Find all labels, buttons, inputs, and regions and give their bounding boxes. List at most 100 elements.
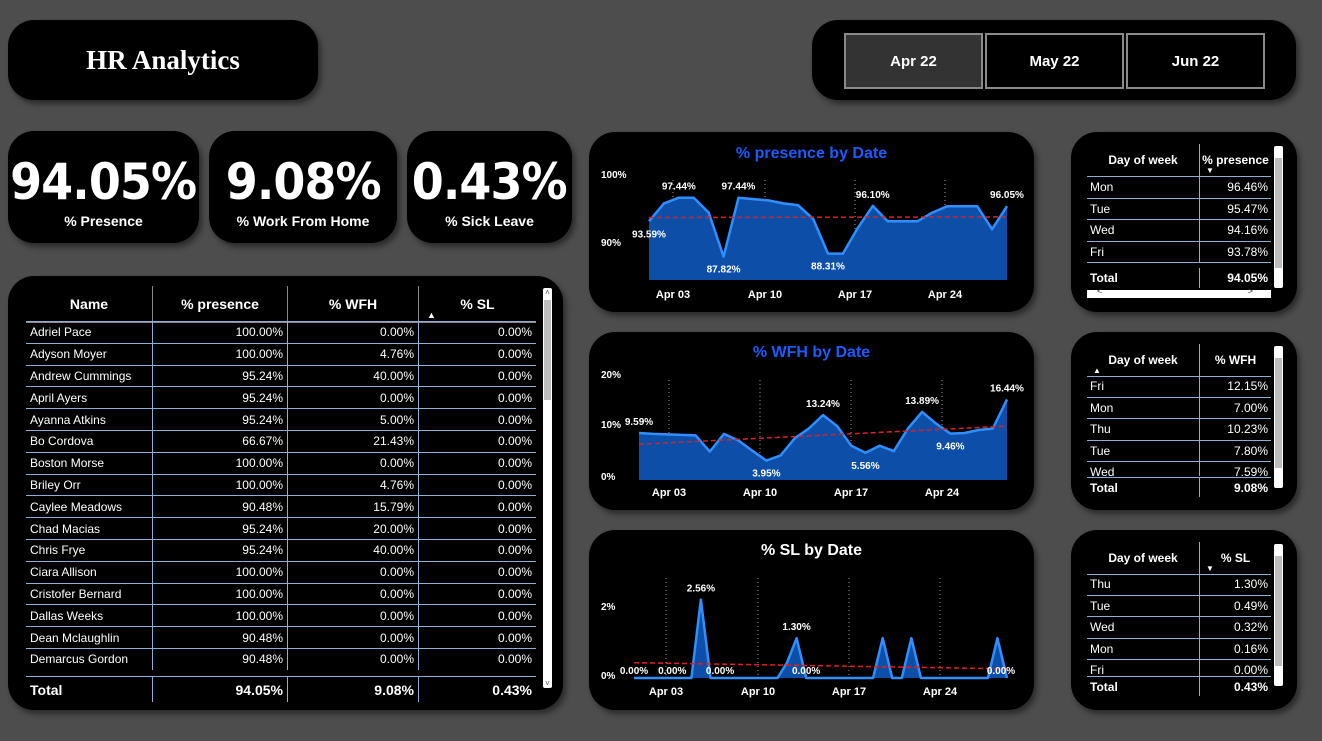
dow-sl-total-label: Total — [1087, 677, 1200, 696]
cell-day: Thu — [1087, 419, 1200, 440]
table-row[interactable]: Ayanna Atkins 95.24% 5.00% 0.00% — [26, 408, 536, 430]
cell-value: 7.00% — [1233, 400, 1268, 415]
list-item[interactable]: Mon 0.16% — [1087, 638, 1271, 660]
list-item[interactable]: Mon 7.00% — [1087, 397, 1271, 419]
col-name-header[interactable]: Name — [26, 286, 153, 322]
cell-day: Tue — [1087, 595, 1200, 616]
col-presence-header[interactable]: % presence — [153, 286, 288, 322]
sort-desc-icon: ▼ — [1206, 564, 1214, 573]
y-tick-label: 0% — [601, 671, 616, 682]
table-row[interactable]: Briley Orr 100.00% 4.76% 0.00% — [26, 473, 536, 496]
cell-presence: 90.48% — [153, 496, 288, 518]
dow-col-header-label: Day of week — [1108, 353, 1178, 367]
presence-chart-card: % presence by Date 100% 90% Apr 03 Apr 10 Ap… — [589, 132, 1034, 312]
slicer-jun-22[interactable]: Jun 22 — [1126, 33, 1265, 89]
dow-wfh-scrollbar[interactable] — [1274, 346, 1283, 488]
table-row[interactable]: Adriel Pace 100.00% 0.00% 0.00% — [26, 321, 536, 343]
cell-presence: 100.00% — [153, 343, 288, 365]
table-row[interactable]: Cristofer Bernard 100.00% 0.00% 0.00% — [26, 582, 536, 605]
total-sl: 0.43% — [492, 681, 532, 698]
kpi-wfh-value: 9.08% — [225, 153, 382, 211]
kpi-wfh-label: % Work From Home — [236, 213, 370, 229]
dow-wfh-total-value: 9.08% — [1233, 480, 1268, 495]
table-row[interactable]: Dean Mclaughlin 90.48% 0.00% 0.00% — [26, 626, 536, 648]
list-item[interactable]: Tue 7.80% — [1087, 440, 1271, 462]
cell-day: Mon — [1087, 397, 1200, 418]
table-row[interactable]: Adyson Moyer 100.00% 4.76% 0.00% — [26, 342, 536, 365]
data-label: 5.56% — [851, 461, 879, 472]
data-label: 96.05% — [990, 190, 1024, 201]
list-item[interactable]: Wed 0.32% — [1087, 617, 1271, 639]
table-row[interactable]: Caylee Meadows 90.48% 15.79% 0.00% — [26, 495, 536, 518]
employee-table-scrollbar[interactable]: ˄ ˅ — [543, 288, 552, 688]
list-item[interactable]: Mon 96.46% — [1087, 177, 1271, 199]
wfh-col-header[interactable]: % WFH — [1200, 344, 1271, 376]
x-tick-label: Apr 17 — [834, 487, 868, 499]
list-item[interactable]: Fri 93.78% — [1087, 241, 1271, 263]
cell-sl: 0.00% — [497, 543, 532, 558]
scroll-thumb[interactable] — [1275, 158, 1282, 268]
scroll-up-icon[interactable]: ˄ — [543, 288, 552, 297]
cell-wfh: 5.00% — [288, 409, 419, 430]
scroll-left-icon[interactable]: < — [1097, 286, 1102, 296]
list-item[interactable]: Fri 0.00% — [1087, 660, 1271, 676]
table-row[interactable]: Dallas Weeks 100.00% 0.00% 0.00% — [26, 604, 536, 627]
total-presence: 94.05% — [153, 677, 288, 702]
table-row[interactable]: Ciara Allison 100.00% 0.00% 0.00% — [26, 560, 536, 583]
cell-sl: 0.00% — [497, 456, 532, 471]
dow-sl-scrollbar[interactable] — [1274, 544, 1283, 686]
x-tick-label: Apr 10 — [748, 289, 782, 301]
data-label: 13.24% — [806, 399, 840, 410]
dow-col-header[interactable]: Day of week — [1087, 144, 1200, 176]
list-item[interactable]: Thu 10.23% — [1087, 419, 1271, 441]
cell-value: 7.80% — [1233, 443, 1268, 458]
slicer-may-22[interactable]: May 22 — [985, 33, 1124, 89]
dow-col-header[interactable]: ▲ Day of week — [1087, 344, 1200, 376]
cell-name: Dean Mclaughlin — [26, 627, 153, 648]
presence-col-header[interactable]: % presence ▼ — [1200, 144, 1271, 176]
list-item[interactable]: Fri 12.15% — [1087, 376, 1271, 398]
dow-presence-table: Day of week % presence ▼ Mon 96.46% Tue 95.… — [1071, 132, 1297, 312]
dow-sl-total: Total 0.43% — [1087, 676, 1271, 696]
data-label: 87.82% — [707, 265, 741, 276]
cell-value: 12.15% — [1227, 379, 1268, 394]
dow-presence-scrollbar[interactable] — [1274, 146, 1283, 288]
kpi-sl-card: 0.43% % Sick Leave — [407, 131, 572, 243]
col-sl-header[interactable]: ▲ % SL — [419, 286, 536, 322]
cell-value: 94.16% — [1227, 223, 1268, 238]
list-item[interactable]: Wed 7.59% — [1087, 462, 1271, 476]
sl-col-header-label: % SL — [1220, 551, 1251, 565]
table-row[interactable]: Demarcus Gordon 90.48% 0.00% 0.00% — [26, 647, 536, 670]
table-row[interactable]: Boston Morse 100.00% 0.00% 0.00% — [26, 451, 536, 474]
table-row[interactable]: Chris Frye 95.24% 40.00% 0.00% — [26, 538, 536, 561]
dow-presence-total-label: Total — [1087, 268, 1200, 288]
dow-wfh-table: ▲ Day of week % WFH Fri 12.15% Mon 7.00% Thu… — [1071, 332, 1297, 510]
scroll-thumb[interactable] — [544, 300, 551, 400]
y-tick-label: 20% — [601, 370, 621, 381]
table-row[interactable]: Bo Cordova 66.67% 21.43% 0.00% — [26, 429, 536, 452]
slicer-apr-22[interactable]: Apr 22 — [844, 33, 983, 89]
dow-col-header[interactable]: Day of week — [1087, 542, 1200, 574]
sl-col-header[interactable]: % SL ▼ — [1200, 542, 1271, 574]
dow-presence-hscrollbar[interactable]: < > — [1087, 286, 1271, 298]
table-row[interactable]: Andrew Cummings 95.24% 40.00% 0.00% — [26, 364, 536, 387]
cell-name: Andrew Cummings — [26, 365, 153, 387]
table-row[interactable]: Chad Macias 95.24% 20.00% 0.00% — [26, 517, 536, 539]
list-item[interactable]: Wed 94.16% — [1087, 220, 1271, 242]
table-row[interactable]: April Ayers 95.24% 0.00% 0.00% — [26, 386, 536, 409]
list-item[interactable]: Thu 1.30% — [1087, 574, 1271, 596]
scroll-right-icon[interactable]: > — [1248, 286, 1253, 296]
col-wfh-header[interactable]: % WFH — [288, 286, 419, 322]
data-label: 0.00% — [706, 666, 734, 677]
scroll-down-icon[interactable]: ˅ — [543, 679, 552, 688]
kpi-sl-value: 0.43% — [412, 153, 568, 211]
list-item[interactable]: Tue 0.49% — [1087, 595, 1271, 617]
scroll-thumb[interactable] — [1275, 556, 1282, 666]
list-item[interactable]: Tue 95.47% — [1087, 198, 1271, 220]
cell-presence: 95.24% — [153, 387, 288, 409]
scroll-thumb[interactable] — [1275, 358, 1282, 468]
cell-presence: 100.00% — [153, 561, 288, 583]
cell-sl: 0.00% — [497, 521, 532, 536]
cell-presence: 95.24% — [153, 365, 288, 387]
sl-chart-card: % SL by Date 2% 0% Apr 03 Apr 10 Apr 17 Apr 2… — [589, 530, 1034, 710]
